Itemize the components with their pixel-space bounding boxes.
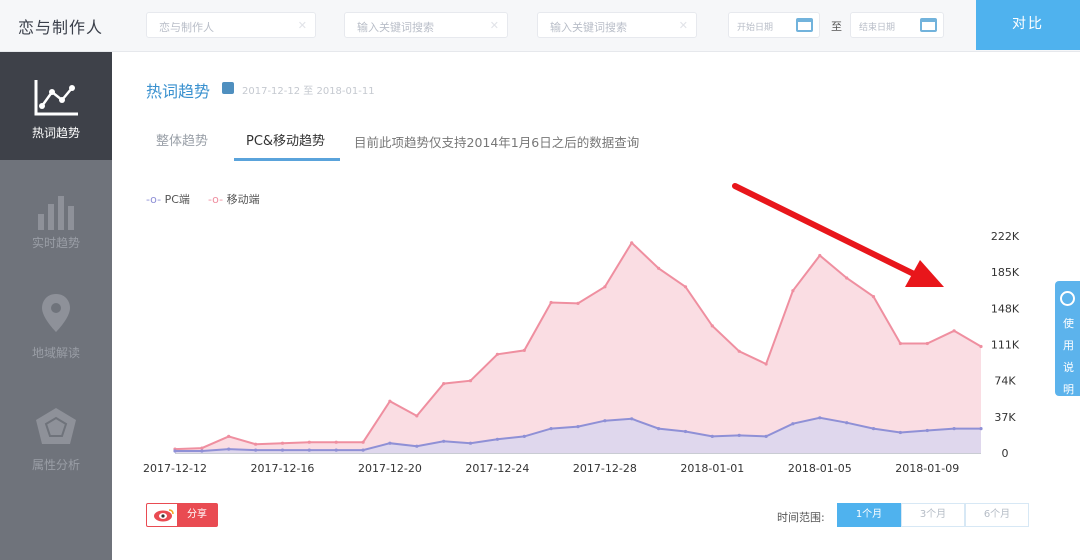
data-point-pc <box>898 430 903 435</box>
data-point-pc <box>791 422 795 426</box>
data-point-mobile <box>307 440 311 444</box>
y-tick-label: 111K <box>991 339 1020 352</box>
data-point-mobile <box>952 329 956 333</box>
data-point-pc <box>388 441 392 445</box>
data-point-mobile <box>227 434 231 438</box>
x-tick-label: 2018-01-09 <box>895 462 959 475</box>
data-point-mobile <box>576 301 580 305</box>
data-point-pc <box>361 448 365 452</box>
data-point-pc <box>871 427 876 431</box>
x-tick-label: 2018-01-01 <box>680 462 744 475</box>
data-point-mobile <box>495 352 499 356</box>
play-circle-icon <box>1060 291 1075 306</box>
data-point-mobile <box>468 379 473 383</box>
data-point-pc <box>818 416 822 420</box>
time-range-label: 时间范围: <box>777 511 825 524</box>
data-point-pc <box>280 448 285 452</box>
data-point-pc <box>173 449 177 453</box>
y-tick-label: 37K <box>994 411 1016 424</box>
range-3-month-button[interactable]: 3个月 <box>901 503 965 527</box>
data-point-pc <box>630 417 634 421</box>
data-point-pc <box>576 425 580 429</box>
data-point-mobile <box>522 348 526 352</box>
weibo-share-button[interactable]: 分享 <box>146 503 218 527</box>
series-area-mobile <box>175 242 981 453</box>
data-point-mobile <box>683 285 688 289</box>
x-tick-label: 2017-12-12 <box>143 462 207 475</box>
x-tick-label: 2017-12-28 <box>573 462 637 475</box>
data-point-pc <box>200 449 204 453</box>
range-6-month-button[interactable]: 6个月 <box>965 503 1029 527</box>
data-point-pc <box>683 429 688 434</box>
data-point-mobile <box>442 382 446 386</box>
help-float-label: 使用说明 <box>1063 317 1074 396</box>
help-float-tab[interactable]: 使用说明 <box>1055 281 1080 396</box>
data-point-mobile <box>657 266 661 270</box>
data-point-mobile <box>818 253 822 258</box>
data-point-pc <box>952 427 956 431</box>
data-point-pc <box>603 419 607 423</box>
data-point-pc <box>415 444 419 448</box>
data-point-mobile <box>280 441 285 445</box>
x-tick-label: 2017-12-16 <box>250 462 314 475</box>
data-point-mobile <box>388 399 392 403</box>
data-point-pc <box>764 434 768 438</box>
data-point-pc <box>845 421 849 425</box>
y-tick-label: 148K <box>991 302 1020 315</box>
data-point-pc <box>710 434 714 438</box>
data-point-mobile <box>845 276 849 280</box>
data-point-pc <box>227 447 231 451</box>
data-point-pc <box>442 439 446 443</box>
y-tick-label: 222K <box>991 230 1020 243</box>
data-point-mobile <box>925 341 929 346</box>
data-point-pc <box>522 434 526 438</box>
data-point-mobile <box>871 295 876 299</box>
data-point-mobile <box>200 446 204 450</box>
trend-chart: 2017-12-12 2017-12-16 2017-12-20 2017-12-24… <box>143 183 1020 475</box>
weibo-icon <box>154 509 174 522</box>
y-tick-label: 74K <box>994 375 1016 388</box>
x-tick-label: 2017-12-20 <box>358 462 422 475</box>
data-point-pc <box>657 427 661 431</box>
range-1-month-button[interactable]: 1个月 <box>837 503 901 527</box>
data-point-mobile <box>630 241 634 245</box>
data-point-pc <box>925 428 929 433</box>
data-point-pc <box>468 441 473 445</box>
data-point-mobile <box>361 440 365 444</box>
data-point-pc <box>549 427 553 431</box>
data-point-mobile <box>334 440 338 444</box>
data-point-mobile <box>898 341 903 346</box>
data-point-pc <box>979 427 983 431</box>
data-point-mobile <box>791 289 795 293</box>
data-point-pc <box>737 433 741 437</box>
data-point-mobile <box>979 344 983 349</box>
data-point-pc <box>495 437 499 441</box>
data-point-mobile <box>737 349 741 353</box>
data-point-mobile <box>764 362 768 366</box>
data-point-mobile <box>254 442 258 446</box>
weibo-share-label: 分享 <box>177 504 217 526</box>
data-point-mobile <box>415 414 419 418</box>
x-tick-label: 2017-12-24 <box>465 462 529 475</box>
y-tick-label: 0 <box>1002 447 1009 460</box>
data-point-pc <box>334 448 338 452</box>
data-point-mobile <box>549 300 553 305</box>
x-tick-label: 2018-01-05 <box>788 462 852 475</box>
data-point-pc <box>307 448 311 452</box>
data-point-pc <box>254 448 258 452</box>
y-tick-label: 185K <box>991 266 1020 279</box>
data-point-mobile <box>603 285 607 289</box>
data-point-mobile <box>710 324 714 328</box>
